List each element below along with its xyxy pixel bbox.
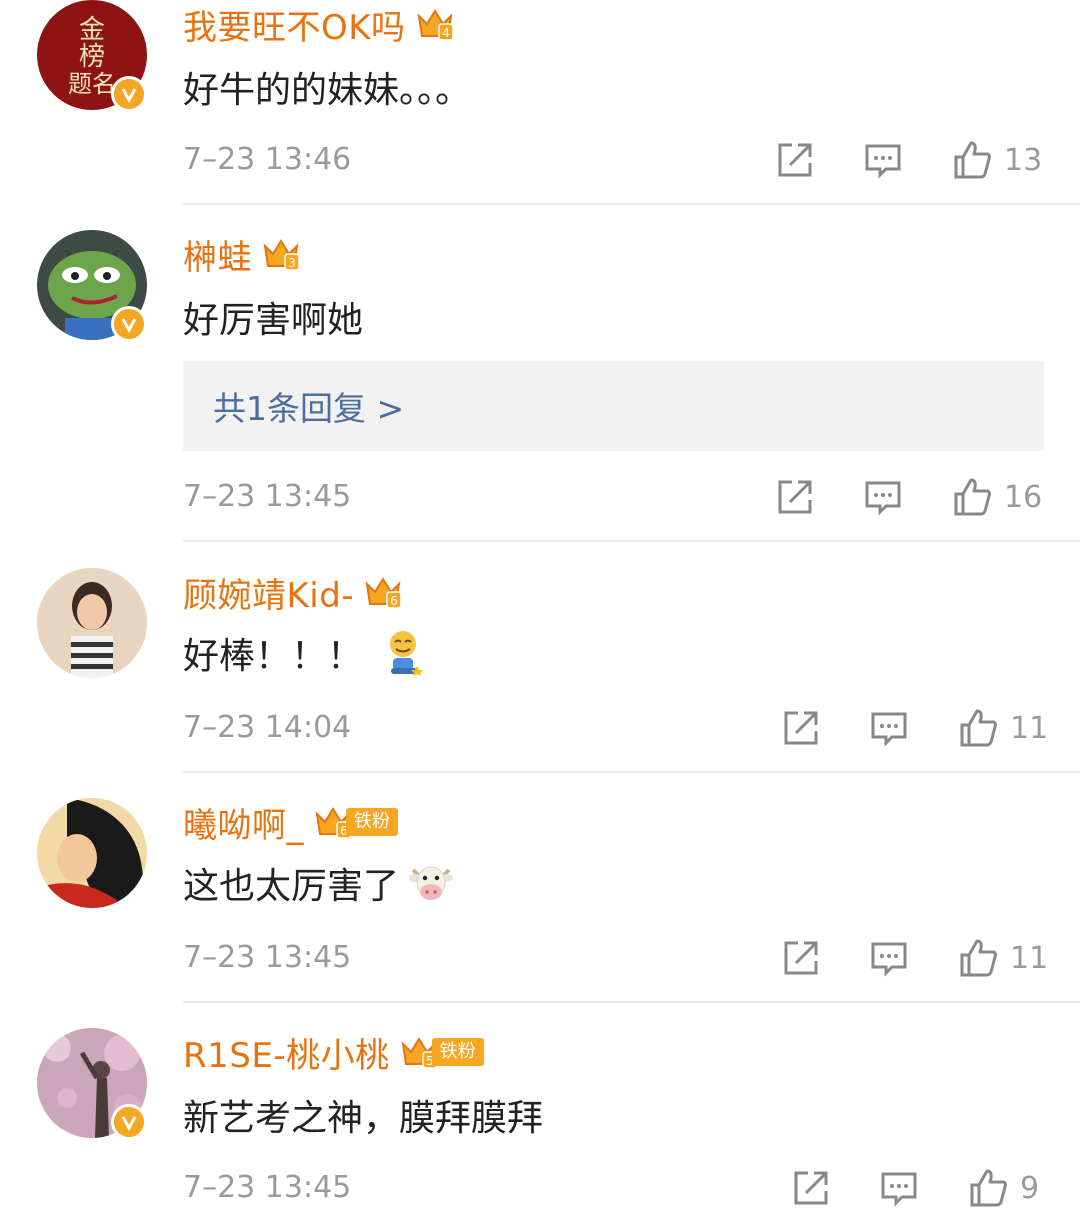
comment-text-content: 好棒！！！ (183, 636, 364, 677)
comment-text: 新艺考之神，膜拜膜拜 (183, 1090, 543, 1140)
share-button[interactable] (776, 138, 814, 182)
share-icon (778, 143, 812, 177)
like-button[interactable]: 9 (968, 1166, 1039, 1210)
smile-kneeling-emoji (385, 630, 425, 676)
divider (183, 203, 1080, 205)
like-count: 16 (1004, 479, 1043, 515)
share-button[interactable] (782, 936, 820, 980)
svg-text:6: 6 (390, 594, 398, 608)
crown-icon: 4 (416, 6, 454, 42)
svg-text:金: 金 (79, 15, 105, 45)
comment-text: 好牛的的妹妹。。。 (183, 62, 471, 112)
avatar[interactable] (37, 798, 147, 908)
like-icon (954, 141, 991, 179)
share-button[interactable] (782, 706, 820, 750)
verified-icon (111, 306, 147, 342)
crown-icon: 3 (262, 236, 300, 272)
like-icon (954, 478, 991, 516)
comment-text-content: 好厉害啊她 (183, 300, 364, 341)
divider (183, 1001, 1080, 1003)
comment-text-content: 这也太厉害了 (183, 866, 400, 907)
share-button[interactable] (792, 1166, 830, 1210)
cow-face-emoji (409, 862, 454, 904)
like-button[interactable]: 11 (958, 706, 1048, 750)
reply-thread-link[interactable]: 共1条回复 > (183, 361, 1044, 451)
verified-icon (111, 76, 147, 112)
comment-icon (881, 1172, 917, 1207)
username[interactable]: 我要旺不OK吗 4 (183, 0, 454, 49)
svg-text:4: 4 (442, 26, 450, 40)
svg-text:题名: 题名 (68, 70, 116, 98)
username[interactable]: R1SE-桃小桃 5 铁粉 (183, 1028, 484, 1077)
like-count: 9 (1020, 1170, 1040, 1206)
action-bar: 13 (0, 138, 1080, 182)
divider (183, 771, 1080, 773)
like-button[interactable]: 16 (952, 475, 1042, 519)
comment-button[interactable] (864, 475, 902, 519)
like-icon (970, 1169, 1007, 1207)
share-icon (778, 480, 812, 514)
share-icon (784, 941, 818, 975)
username[interactable]: 顾婉靖Kid- 6 (183, 568, 402, 617)
comment-text-content: 新艺考之神，膜拜膜拜 (183, 1098, 544, 1139)
like-icon (960, 939, 997, 977)
comment-icon (865, 481, 901, 516)
comment-button[interactable] (864, 138, 902, 182)
comment-text: 好厉害啊她 (183, 292, 363, 342)
reply-link-text[interactable]: 共1条回复 > (213, 382, 404, 430)
action-bar: 11 (0, 936, 1080, 980)
comment-text: 这也太厉害了 (183, 858, 454, 908)
comment-text-content: 好牛的的妹妹。。。 (183, 70, 472, 111)
share-button[interactable] (776, 475, 814, 519)
divider (183, 540, 1080, 542)
fan-badge: 铁粉 (346, 808, 398, 836)
comment-icon (871, 712, 907, 747)
crown-icon: 6 (364, 574, 402, 610)
like-button[interactable]: 11 (958, 936, 1048, 980)
svg-text:榜: 榜 (79, 42, 105, 72)
like-count: 13 (1004, 142, 1043, 178)
share-icon (784, 711, 818, 745)
comment-button[interactable] (870, 706, 908, 750)
svg-text:3: 3 (288, 256, 296, 270)
username-text[interactable]: 顾婉靖Kid- (183, 568, 354, 617)
comment-text: 好棒！！！ (183, 628, 425, 678)
comment-button[interactable] (880, 1166, 918, 1210)
username[interactable]: 榊蛙 3 (183, 230, 300, 279)
share-icon (794, 1171, 828, 1205)
username-text[interactable]: 我要旺不OK吗 (183, 0, 406, 49)
verified-icon (111, 1104, 147, 1140)
username-text[interactable]: 榊蛙 (183, 230, 252, 279)
action-bar: 11 (0, 706, 1080, 750)
action-bar: 9 (0, 1166, 1080, 1210)
username-text[interactable]: R1SE-桃小桃 (183, 1028, 390, 1077)
username-text[interactable]: 曦呦啊_ (183, 798, 304, 847)
like-button[interactable]: 13 (952, 138, 1042, 182)
like-count: 11 (1010, 710, 1049, 746)
comment-button[interactable] (870, 936, 908, 980)
fan-badge: 铁粉 (431, 1038, 484, 1066)
action-bar: 16 (0, 475, 1080, 519)
comment-icon (865, 144, 901, 179)
comment-icon (871, 942, 907, 977)
like-count: 11 (1010, 940, 1049, 976)
like-icon (960, 709, 997, 747)
username[interactable]: 曦呦啊_ 6 铁粉 (183, 798, 398, 847)
avatar[interactable] (37, 568, 147, 678)
